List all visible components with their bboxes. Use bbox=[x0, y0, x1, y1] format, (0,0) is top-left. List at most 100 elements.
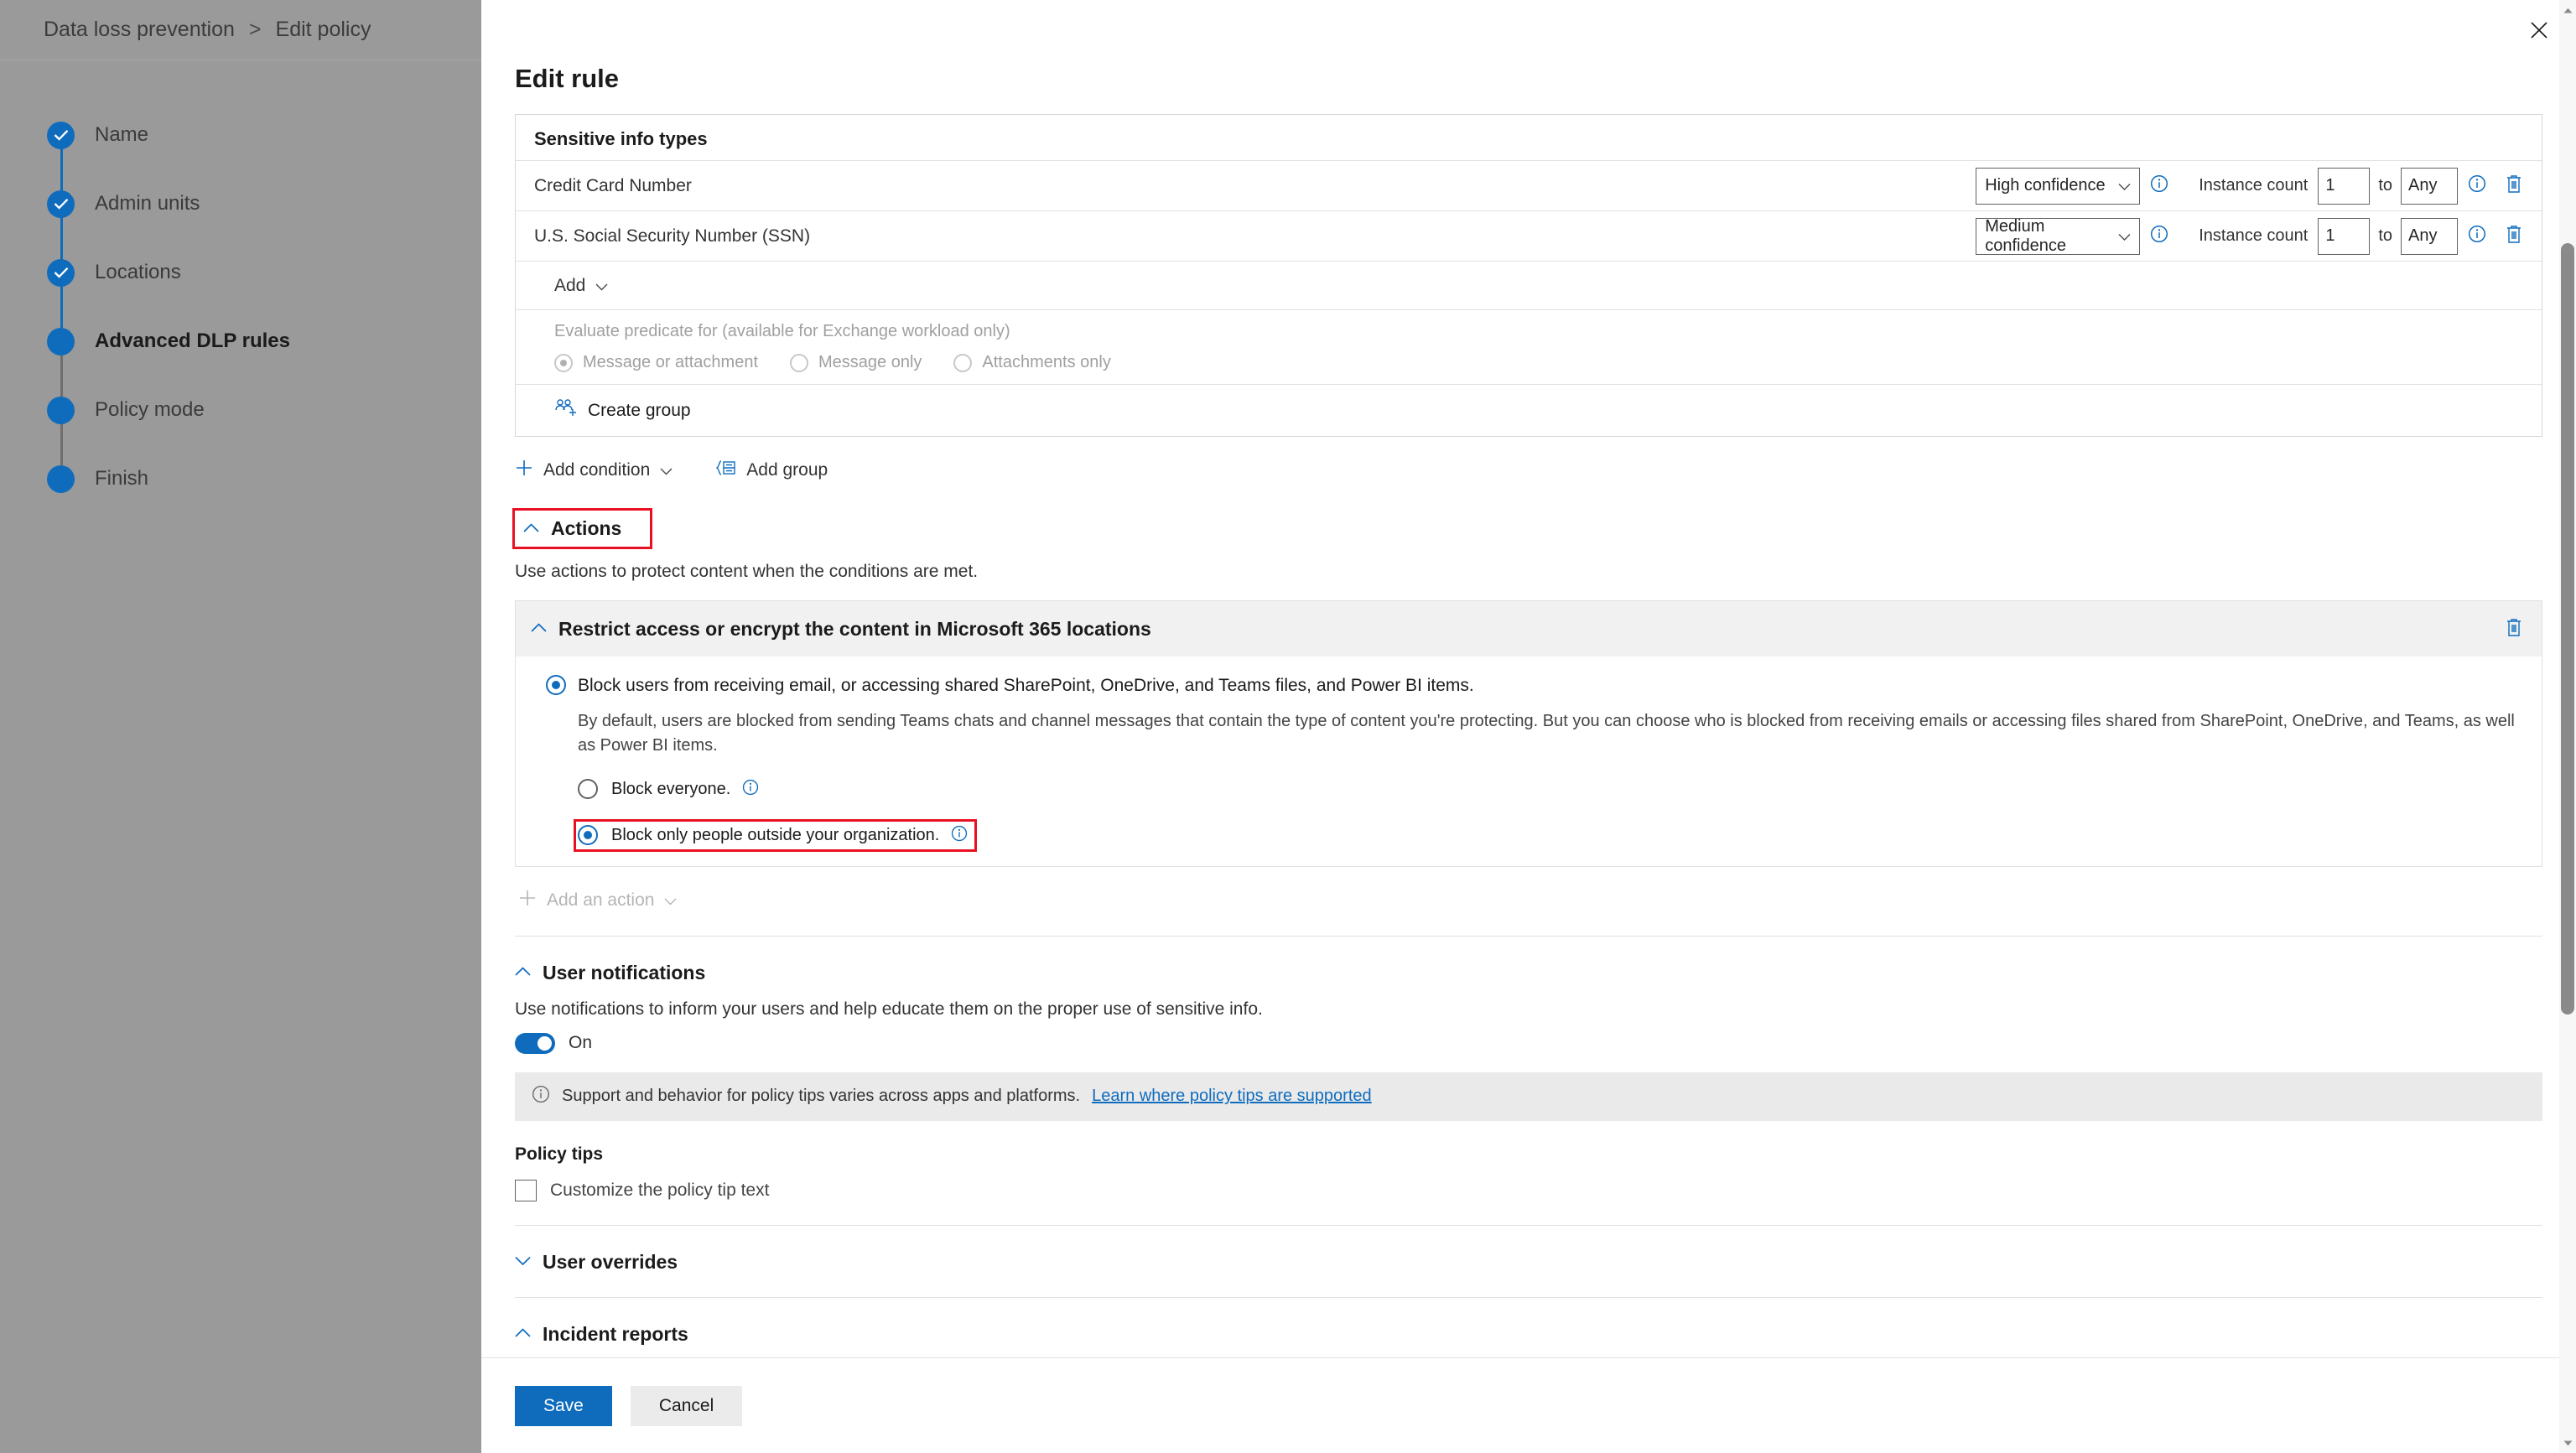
action-card-header[interactable]: Restrict access or encrypt the content i… bbox=[516, 601, 2542, 656]
save-button[interactable]: Save bbox=[515, 1385, 612, 1426]
info-icon[interactable] bbox=[742, 779, 759, 800]
chevron-up-icon bbox=[515, 1326, 531, 1341]
confidence-value: High confidence bbox=[1985, 176, 2106, 195]
block-users-option[interactable]: Block users from receiving email, or acc… bbox=[546, 675, 2523, 696]
sidebar-item-policy-mode[interactable]: Policy mode bbox=[47, 376, 399, 479]
sidebar-item-finish[interactable]: Finish bbox=[47, 444, 399, 513]
check-circle-icon bbox=[47, 189, 75, 218]
info-icon[interactable] bbox=[2468, 174, 2486, 197]
info-icon[interactable] bbox=[2150, 174, 2168, 197]
sidebar-item-label: Name bbox=[95, 123, 149, 146]
confidence-select[interactable]: Medium confidence bbox=[1976, 216, 2141, 255]
user-notifications-header[interactable]: User notifications bbox=[515, 962, 705, 984]
breadcrumb-root[interactable]: Data loss prevention bbox=[44, 18, 235, 42]
delete-icon[interactable] bbox=[2505, 224, 2523, 248]
add-sit-button[interactable]: Add bbox=[516, 261, 2542, 309]
condition-actions: Add condition Add group bbox=[515, 459, 2542, 482]
user-overrides-label: User overrides bbox=[543, 1250, 678, 1273]
instance-count-max-input[interactable] bbox=[2401, 167, 2458, 205]
actions-subtitle: Use actions to protect content when the … bbox=[515, 562, 979, 581]
block-everyone-option[interactable]: Block everyone. bbox=[576, 776, 766, 803]
radio-predicate-2[interactable] bbox=[953, 353, 973, 372]
actions-section-header[interactable]: Actions bbox=[515, 511, 650, 547]
block-users-label: Block users from receiving email, or acc… bbox=[578, 676, 1474, 695]
user-notifications-toggle-state: On bbox=[569, 1033, 593, 1053]
step-dot-icon bbox=[47, 327, 75, 355]
create-group-icon bbox=[554, 398, 576, 423]
sidebar-item-locations[interactable]: Locations bbox=[47, 238, 399, 341]
scrollbar-thumb[interactable] bbox=[2561, 243, 2574, 1015]
customize-policy-tip-row[interactable]: Customize the policy tip text bbox=[515, 1179, 2542, 1201]
page-title: Edit rule bbox=[515, 64, 620, 93]
sidebar-item-advanced-dlp-rules[interactable]: Advanced DLP rules bbox=[47, 307, 399, 410]
radio-predicate-0[interactable] bbox=[554, 353, 573, 372]
policy-tips-learn-link[interactable]: Learn where policy tips are supported bbox=[1092, 1087, 1372, 1106]
evaluate-predicate-label: Evaluate predicate for (available for Ex… bbox=[554, 322, 1010, 340]
instance-count-to-label: to bbox=[2378, 226, 2392, 245]
incident-reports-label: Incident reports bbox=[543, 1322, 688, 1345]
chevron-down-icon bbox=[2118, 226, 2131, 246]
edit-rule-panel: Edit rule Sensitive info types Credit Ca… bbox=[481, 0, 2576, 1453]
info-icon[interactable] bbox=[951, 825, 968, 846]
radio-predicate-label: Attachments only bbox=[982, 353, 1111, 371]
user-notifications-toggle[interactable] bbox=[515, 1032, 555, 1054]
user-notifications-label: User notifications bbox=[543, 961, 706, 983]
instance-count-max-input[interactable] bbox=[2401, 217, 2458, 255]
create-group-button[interactable]: Create group bbox=[516, 384, 2542, 436]
action-card-title: Restrict access or encrypt the content i… bbox=[558, 617, 1151, 640]
table-row: U.S. Social Security Number (SSN) Medium… bbox=[516, 210, 2542, 261]
instance-count-min-input[interactable] bbox=[2318, 217, 2371, 255]
chevron-down-icon bbox=[595, 276, 608, 296]
user-overrides-header[interactable]: User overrides bbox=[515, 1251, 678, 1274]
sidebar-item-admin-units[interactable]: Admin units bbox=[47, 169, 399, 272]
sidebar-item-label: Locations bbox=[95, 261, 181, 283]
radio-block-users[interactable] bbox=[546, 675, 566, 695]
block-outside-option[interactable]: Block only people outside your organizat… bbox=[576, 822, 974, 849]
sidebar-item-label: Finish bbox=[95, 467, 149, 490]
instance-count-min-input[interactable] bbox=[2318, 167, 2371, 205]
step-dot-icon bbox=[47, 464, 75, 493]
block-outside-label: Block only people outside your organizat… bbox=[611, 825, 940, 844]
radio-block-everyone[interactable] bbox=[578, 779, 598, 800]
policy-tips-note: Support and behavior for policy tips var… bbox=[515, 1072, 2542, 1121]
confidence-value: Medium confidence bbox=[1985, 216, 2066, 255]
wizard-steps: Name Admin units Locations Advanced DLP rul… bbox=[47, 101, 399, 513]
delete-icon[interactable] bbox=[2505, 617, 2523, 641]
add-group-button[interactable]: Add group bbox=[715, 459, 828, 482]
info-icon[interactable] bbox=[2150, 225, 2168, 247]
info-icon[interactable] bbox=[2468, 225, 2486, 247]
delete-icon[interactable] bbox=[2505, 174, 2523, 198]
plus-icon bbox=[515, 459, 533, 482]
scroll-down-arrow-icon[interactable] bbox=[2559, 1435, 2576, 1451]
radio-block-outside-org[interactable] bbox=[578, 825, 598, 846]
instance-count-label: Instance count bbox=[2199, 226, 2309, 245]
add-condition-button[interactable]: Add condition bbox=[515, 459, 673, 482]
sidebar-item-name[interactable]: Name bbox=[47, 101, 399, 204]
instance-count-to-label: to bbox=[2378, 176, 2392, 195]
scroll-up-arrow-icon[interactable] bbox=[2559, 2, 2576, 18]
action-card: Restrict access or encrypt the content i… bbox=[515, 600, 2542, 867]
policy-tips-note-text: Support and behavior for policy tips var… bbox=[562, 1087, 1081, 1106]
radio-predicate-label: Message or attachment bbox=[583, 353, 758, 371]
dialog-footer: Save Cancel bbox=[481, 1357, 2576, 1453]
sidebar-item-label: Policy mode bbox=[95, 398, 205, 421]
actions-label: Actions bbox=[551, 517, 622, 539]
divider bbox=[515, 1224, 2542, 1226]
confidence-select[interactable]: High confidence bbox=[1976, 167, 2141, 205]
customize-policy-tip-checkbox[interactable] bbox=[515, 1179, 537, 1201]
vertical-scrollbar[interactable] bbox=[2559, 0, 2576, 1453]
add-group-label: Add group bbox=[746, 460, 828, 480]
panel-scroll-area[interactable]: Sensitive info types Credit Card Number … bbox=[481, 114, 2576, 1397]
chevron-down-icon bbox=[660, 460, 673, 480]
cancel-button[interactable]: Cancel bbox=[630, 1385, 743, 1426]
incident-reports-header[interactable]: Incident reports bbox=[515, 1323, 688, 1346]
policy-tips-header: Policy tips bbox=[515, 1144, 604, 1164]
close-icon[interactable] bbox=[2521, 12, 2558, 49]
sidebar-item-label: Admin units bbox=[95, 192, 200, 215]
add-an-action-label: Add an action bbox=[547, 890, 655, 910]
add-an-action-button[interactable]: Add an action bbox=[518, 889, 2542, 912]
chevron-down-icon bbox=[664, 890, 677, 911]
radio-predicate-1[interactable] bbox=[790, 353, 808, 372]
info-icon bbox=[532, 1085, 550, 1108]
chevron-up-icon bbox=[515, 965, 531, 980]
